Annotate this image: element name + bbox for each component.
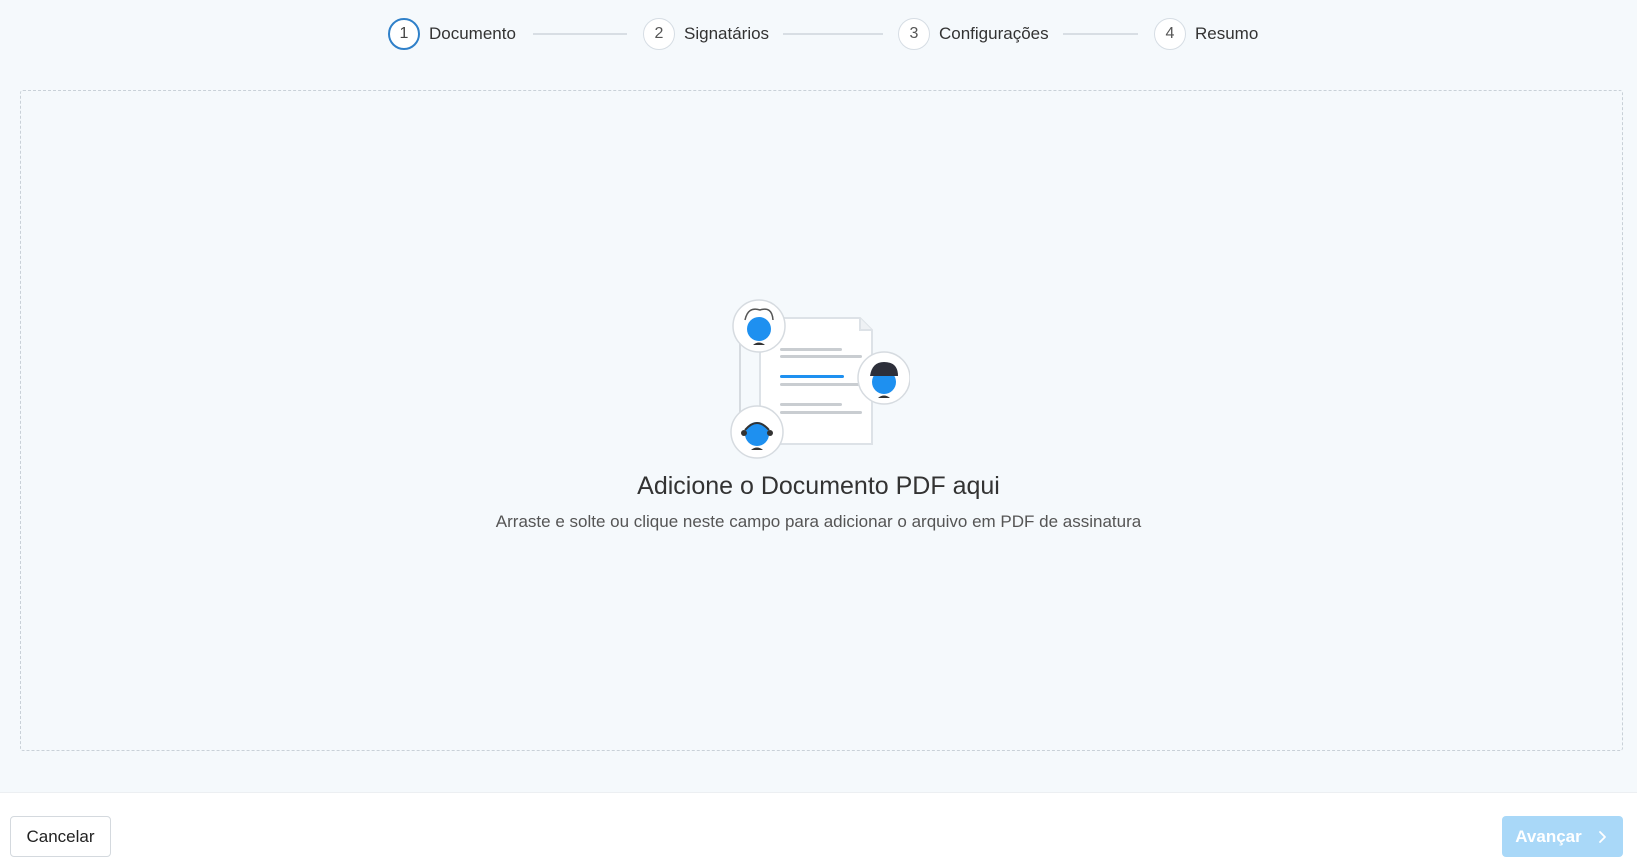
cancel-button[interactable]: Cancelar bbox=[10, 816, 111, 857]
step-signatarios[interactable]: 2 Signatários bbox=[643, 17, 769, 51]
step-number: 4 bbox=[1154, 18, 1186, 50]
step-configuracoes[interactable]: 3 Configurações bbox=[898, 17, 1049, 51]
step-number: 2 bbox=[643, 18, 675, 50]
step-connector bbox=[783, 33, 883, 35]
dropzone-title: Adicione o Documento PDF aqui bbox=[637, 472, 1000, 500]
step-connector bbox=[1063, 33, 1138, 35]
cancel-button-label: Cancelar bbox=[26, 826, 95, 846]
step-label: Configurações bbox=[939, 24, 1049, 43]
step-documento[interactable]: 1 Documento bbox=[388, 17, 516, 51]
next-button[interactable]: Avançar bbox=[1502, 816, 1623, 857]
step-number: 1 bbox=[388, 18, 420, 50]
main-area: 1 Documento 2 Signatários 3 Configuraçõe… bbox=[0, 0, 1637, 792]
chevron-right-icon bbox=[1598, 830, 1606, 843]
step-connector bbox=[533, 33, 627, 35]
stepper: 1 Documento 2 Signatários 3 Configuraçõe… bbox=[0, 17, 1637, 51]
document-signers-illustration-icon bbox=[730, 299, 910, 459]
dropzone-subtitle: Arraste e solte ou clique neste campo pa… bbox=[495, 512, 1142, 531]
step-label: Documento bbox=[429, 24, 516, 43]
step-number: 3 bbox=[898, 18, 930, 50]
step-label: Signatários bbox=[684, 24, 770, 43]
footer: Cancelar Avançar bbox=[0, 792, 1637, 868]
step-label: Resumo bbox=[1195, 24, 1259, 43]
next-button-label: Avançar bbox=[1515, 826, 1582, 846]
step-resumo[interactable]: 4 Resumo bbox=[1154, 17, 1258, 51]
